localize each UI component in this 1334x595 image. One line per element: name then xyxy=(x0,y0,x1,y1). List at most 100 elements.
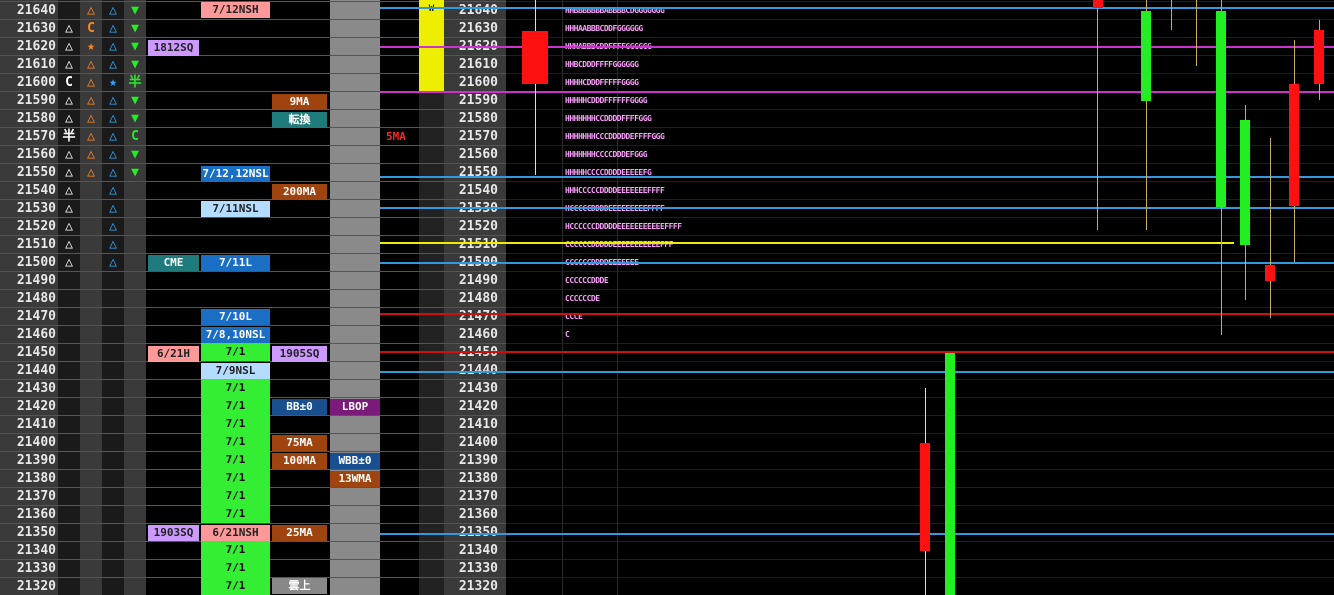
tpo-row: C xyxy=(565,330,570,339)
ma75-label: 75MA xyxy=(272,435,327,451)
price-label-right: 21410 xyxy=(458,417,498,432)
tpo-row: CCCCCCDE xyxy=(565,294,600,303)
grid-hline xyxy=(506,289,1334,290)
date-71-label: 7/1 xyxy=(201,379,270,397)
price-label: 21380 xyxy=(16,471,56,486)
signal-symbol: ▼ xyxy=(131,93,139,108)
price-label-right: 21520 xyxy=(458,219,498,234)
ma100-label: 100MA xyxy=(272,453,327,469)
l711-label: 7/11L xyxy=(201,255,270,271)
date-71-label: 7/1 xyxy=(201,541,270,559)
price-label-right: 21430 xyxy=(458,381,498,396)
line-yellow-21510 xyxy=(380,242,1234,244)
grid-hline xyxy=(506,217,1334,218)
grid-hline xyxy=(506,379,1334,380)
price-label-right: 21580 xyxy=(458,111,498,126)
candle-up xyxy=(1216,11,1226,207)
price-label-right: 21340 xyxy=(458,543,498,558)
price-label: 21360 xyxy=(16,507,56,522)
date-71-label: 7/1 xyxy=(201,451,270,469)
price-label: 21640 xyxy=(16,3,56,18)
ma25-label: 25MA xyxy=(272,525,327,541)
price-label-right: 21630 xyxy=(458,21,498,36)
signal-symbol: △ xyxy=(109,39,117,54)
ma5-text: 5MA xyxy=(386,130,406,143)
signal-symbol: △ xyxy=(65,165,73,180)
signal-symbol: C xyxy=(87,21,95,36)
price-label: 21320 xyxy=(16,579,56,594)
price-label: 21550 xyxy=(16,165,56,180)
signal-symbol: △ xyxy=(65,237,73,252)
date-71-label: 7/1 xyxy=(201,577,270,595)
signal-symbol: △ xyxy=(87,57,95,72)
price-label-right: 21320 xyxy=(458,579,498,594)
candle-wick xyxy=(1171,0,1172,30)
date-71-label: 7/1 xyxy=(201,397,270,415)
signal-symbol: △ xyxy=(65,147,73,162)
signal-symbol: △ xyxy=(87,75,95,90)
date-71-label: 7/1 xyxy=(201,343,270,361)
signal-symbol: C xyxy=(65,75,73,90)
price-label: 21520 xyxy=(16,219,56,234)
signal-symbol: △ xyxy=(87,111,95,126)
price-label: 21620 xyxy=(16,39,56,54)
line-blue-21500 xyxy=(380,262,1334,264)
chart-window: 21640 21630 21620 21610 21600 21590 21580 21570… xyxy=(0,0,1334,595)
price-label-right: 21420 xyxy=(458,399,498,414)
price-label-right: 21550 xyxy=(458,165,498,180)
signal-symbol: △ xyxy=(87,147,95,162)
candle-wick xyxy=(535,0,536,175)
price-label-right: 21390 xyxy=(458,453,498,468)
tpo-row: HCCCCCDDDDEEEEEEEEEFFFF xyxy=(565,204,665,214)
line-blue-21440 xyxy=(380,371,1334,373)
signal-symbol: △ xyxy=(109,255,117,270)
signal-symbol: △ xyxy=(65,201,73,216)
price-label-right: 21570 xyxy=(458,129,498,144)
candle-wick xyxy=(1196,0,1197,66)
signal-symbol: △ xyxy=(65,93,73,108)
l710-label: 7/10L xyxy=(201,309,270,325)
lbop-label: LBOP xyxy=(330,399,380,415)
price-label: 21590 xyxy=(16,93,56,108)
signal-symbol: ▼ xyxy=(131,165,139,180)
signal-symbol: △ xyxy=(65,21,73,36)
price-label-right: 21600 xyxy=(458,75,498,90)
tpo-row: HHHCCCCCDDDDEEEEEEEFFFF xyxy=(565,186,665,195)
grid-hline xyxy=(506,55,1334,56)
grid-hline xyxy=(506,361,1334,362)
grid-hline xyxy=(506,343,1334,344)
signal-symbol: △ xyxy=(87,165,95,180)
grid-hline xyxy=(506,73,1334,74)
candle-wick xyxy=(1270,138,1271,318)
price-label: 21500 xyxy=(16,255,56,270)
line-blue-21640 xyxy=(380,7,1334,9)
price-label: 21610 xyxy=(16,57,56,72)
price-label: 21430 xyxy=(16,381,56,396)
cme-label: CME xyxy=(148,255,199,271)
price-label: 21340 xyxy=(16,543,56,558)
signal-symbol: △ xyxy=(65,183,73,198)
tpo-row: HHHHHCDDDFFFFFFGGGG xyxy=(565,96,648,105)
candle-down xyxy=(1265,265,1275,281)
signal-symbol: △ xyxy=(87,129,95,144)
signal-symbol: ★ xyxy=(87,39,95,54)
grid-hline xyxy=(506,145,1334,146)
price-label: 21600 xyxy=(16,75,56,90)
signal-symbol: △ xyxy=(109,129,117,144)
candle-up xyxy=(1240,120,1250,245)
line-red-21470 xyxy=(380,313,1334,315)
grid-hline xyxy=(506,415,1334,416)
grid-hline xyxy=(506,325,1334,326)
price-label-right: 21610 xyxy=(458,57,498,72)
grid-hline xyxy=(506,127,1334,128)
line-blue-21530 xyxy=(380,207,1334,209)
grid-hline xyxy=(506,253,1334,254)
signal-symbol: △ xyxy=(65,57,73,72)
price-label: 21480 xyxy=(16,291,56,306)
tpo-row: HHHHHHHCCCCDDDEFGGG xyxy=(565,150,648,159)
signal-symbol: 半 xyxy=(128,75,142,90)
tenkan-label: 転換 xyxy=(272,112,327,128)
line-blue-21350 xyxy=(380,533,1334,535)
signal-symbol: △ xyxy=(109,165,117,180)
price-label-right: 21490 xyxy=(458,273,498,288)
